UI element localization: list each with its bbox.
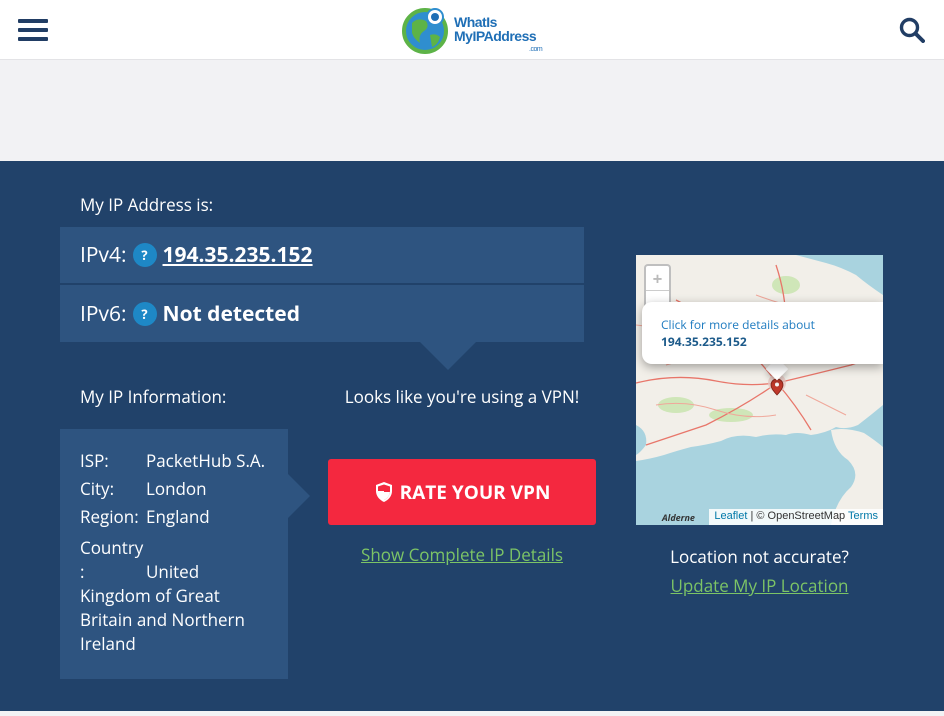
my-ip-heading: My IP Address is: xyxy=(80,193,214,216)
ipv4-row: IPv4: ? 194.35.235.152 xyxy=(60,227,584,283)
terms-link[interactable]: Terms xyxy=(848,510,878,522)
country-row: Country : United Kingdom of Great Britai… xyxy=(80,536,280,656)
location-map[interactable]: + − Click for more details about 194.35.… xyxy=(636,255,883,525)
site-header: WhatIs MyIPAddress .com xyxy=(0,0,944,60)
isp-label: ISP: xyxy=(80,449,109,472)
country-value-rest: Kingdom of Great Britain and Northern Ir… xyxy=(80,584,245,655)
ipv4-value-link[interactable]: 194.35.235.152 xyxy=(163,241,313,269)
ipv6-label: IPv6: xyxy=(80,299,127,328)
update-ip-location-link[interactable]: Update My IP Location xyxy=(636,574,883,597)
leaflet-link[interactable]: Leaflet xyxy=(714,510,747,522)
region-label: Region: xyxy=(80,505,139,528)
ipv6-value: Not detected xyxy=(162,299,300,328)
ipv6-row: IPv6: ? Not detected xyxy=(60,285,584,342)
ip-info-heading: My IP Information: xyxy=(80,385,227,408)
rate-your-vpn-label: RATE YOUR VPN xyxy=(399,479,551,505)
map-zoom-in-button[interactable]: + xyxy=(646,266,669,291)
osm-attribution-text: | © OpenStreetMap xyxy=(747,510,849,522)
map-tiles xyxy=(636,255,883,525)
site-logo[interactable]: WhatIs MyIPAddress .com xyxy=(402,5,552,55)
page-bottom-strip xyxy=(0,711,944,716)
country-label-colon: : xyxy=(80,560,85,583)
region-value: England xyxy=(146,505,210,528)
search-icon[interactable] xyxy=(899,17,927,45)
ipv4-label: IPv4: xyxy=(80,241,127,269)
map-popup-ip: 194.35.235.152 xyxy=(661,333,747,350)
ip-panel-pointer xyxy=(420,342,476,370)
country-value-first: United xyxy=(146,560,200,583)
map-popup[interactable]: Click for more details about 194.35.235.… xyxy=(642,302,883,364)
map-popup-text: Click for more details about xyxy=(661,316,815,333)
info-panel-pointer xyxy=(288,474,310,518)
logo-wordmark: WhatIs MyIPAddress .com xyxy=(454,14,543,53)
rate-your-vpn-button[interactable]: RATE YOUR VPN xyxy=(328,459,596,525)
country-label: Country xyxy=(80,536,144,559)
city-value: London xyxy=(146,477,207,500)
ipv6-help-icon[interactable]: ? xyxy=(132,301,157,326)
vpn-detected-message: Looks like you're using a VPN! xyxy=(344,385,580,408)
shield-icon xyxy=(375,482,392,502)
show-complete-ip-details-link[interactable]: Show Complete IP Details xyxy=(328,543,596,566)
map-attribution: Leaflet | © OpenStreetMap Terms xyxy=(709,509,883,525)
ipv4-help-icon[interactable]: ? xyxy=(132,243,157,267)
city-label: City: xyxy=(80,477,115,500)
hamburger-menu-icon[interactable] xyxy=(18,19,48,41)
location-not-accurate-text: Location not accurate? xyxy=(670,545,849,568)
ip-info-panel: ISP: PacketHub S.A. City: London Region:… xyxy=(60,429,288,679)
map-place-label: Alderne xyxy=(662,511,695,524)
globe-logo-icon xyxy=(402,8,448,54)
isp-value: PacketHub S.A. xyxy=(146,449,266,472)
